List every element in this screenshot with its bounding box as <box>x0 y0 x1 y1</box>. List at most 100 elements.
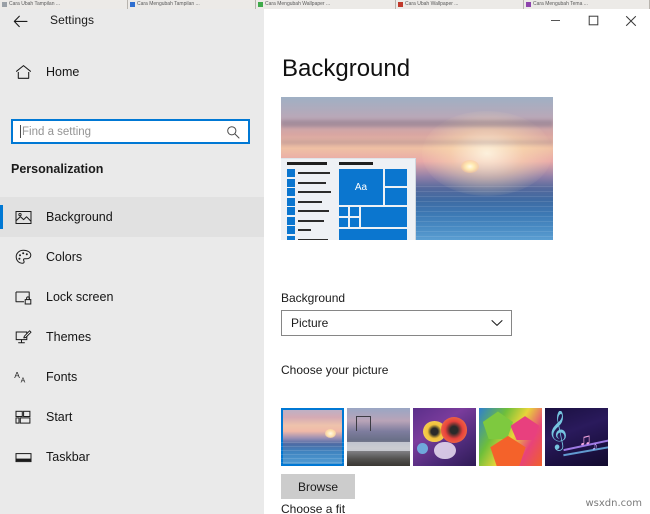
desktop-preview: Aa <box>281 97 553 240</box>
background-type-dropdown[interactable]: Picture <box>281 310 512 336</box>
app-list-row <box>287 197 333 206</box>
app-list-row <box>287 235 333 240</box>
minimize-icon <box>550 20 560 21</box>
thumbnail-pier-beach[interactable] <box>347 408 410 466</box>
thumbnail-pansy-flowers[interactable] <box>413 408 476 466</box>
sidebar-item-themes-label: Themes <box>46 330 92 344</box>
watermark: wsxdn.com <box>585 498 642 509</box>
start-tile-wide <box>339 229 407 240</box>
app-list-row <box>287 207 333 215</box>
start-tile-small <box>339 207 348 216</box>
start-tile-large: Aa <box>339 169 383 205</box>
sidebar-item-home-label: Home <box>46 65 80 79</box>
browser-tab[interactable]: Cara Mengubah Tema ... <box>524 0 650 9</box>
thumbnail-umbrellas[interactable] <box>479 408 542 466</box>
app-title: Settings <box>50 13 95 27</box>
search-input[interactable]: Find a setting <box>11 119 250 144</box>
sidebar-item-home[interactable]: Home <box>0 55 264 89</box>
start-tile-text: Aa <box>354 181 368 193</box>
text-caret <box>20 125 21 138</box>
main-content: Background Aa Background Picture Choose … <box>264 32 650 514</box>
browse-button[interactable]: Browse <box>281 474 355 499</box>
sidebar-item-colors-label: Colors <box>46 250 83 264</box>
browser-tab-strip: Cara Ubah Tampilan ... Cara Mengubah Tam… <box>0 0 650 9</box>
app-list-row <box>287 216 333 225</box>
start-icon <box>0 410 46 425</box>
sidebar-item-fonts-label: Fonts <box>46 370 78 384</box>
start-tile-small <box>350 207 359 216</box>
preview-cloud-band <box>281 119 553 127</box>
start-tile-small <box>350 218 359 227</box>
sidebar-item-colors[interactable]: Colors <box>0 237 264 277</box>
browser-tab-label: Cara Ubah Tampilan ... <box>9 1 61 7</box>
svg-text:A: A <box>14 370 20 380</box>
window-controls <box>536 9 650 32</box>
palette-icon <box>0 249 46 265</box>
search-icon[interactable] <box>226 125 240 139</box>
sidebar-item-taskbar-label: Taskbar <box>46 450 90 464</box>
fonts-icon: A A <box>0 370 46 385</box>
picture-thumbnail-list: 𝄞 ♫ ♪ <box>281 408 611 466</box>
sidebar-item-start[interactable]: Start <box>0 397 264 437</box>
sidebar: Home Find a setting Personalization Back… <box>0 32 264 514</box>
browser-tab[interactable]: Cara Mengubah Wallpaper ... <box>256 0 396 9</box>
home-icon <box>0 64 46 80</box>
back-button[interactable] <box>8 12 32 30</box>
start-menu-mockup: Aa <box>281 158 416 240</box>
tile-group-header-rule <box>339 162 373 165</box>
maximize-button[interactable] <box>574 9 612 32</box>
close-button[interactable] <box>612 9 650 32</box>
taskbar-icon <box>0 451 46 464</box>
tab-favicon <box>526 2 531 7</box>
browser-tab-label: Cara Ubah Wallpaper ... <box>405 1 459 7</box>
title-bar: Settings <box>0 9 650 32</box>
start-tile-medium <box>385 188 407 205</box>
back-arrow-icon <box>13 15 28 27</box>
browser-tab[interactable]: Cara Ubah Tampilan ... <box>0 0 128 9</box>
tab-favicon <box>2 2 7 7</box>
minimize-button[interactable] <box>536 9 574 32</box>
app-list-row <box>287 178 333 187</box>
browser-tab-label: Cara Mengubah Wallpaper ... <box>265 1 331 7</box>
app-list-row <box>287 188 333 196</box>
start-tile-small <box>339 218 348 227</box>
browser-tab-label: Cara Mengubah Tampilan ... <box>137 1 200 7</box>
themes-icon <box>0 329 46 345</box>
browser-tab[interactable]: Cara Mengubah Tampilan ... <box>128 0 256 9</box>
image-icon <box>0 210 46 225</box>
settings-window-screenshot: Cara Ubah Tampilan ... Cara Mengubah Tam… <box>0 0 650 514</box>
thumbnail-sunset-ocean[interactable] <box>281 408 344 466</box>
app-list-header-rule <box>287 162 327 165</box>
maximize-icon <box>588 15 598 26</box>
browser-tab-label: Cara Mengubah Tema ... <box>533 1 588 7</box>
close-icon <box>625 15 637 26</box>
sidebar-item-start-label: Start <box>46 410 73 424</box>
app-list-row <box>287 169 333 177</box>
preview-sun <box>460 159 479 173</box>
sidebar-nav-list: Background Colors Lock screen Themes A A… <box>0 197 264 477</box>
sidebar-item-background-label: Background <box>46 210 113 224</box>
sidebar-item-themes[interactable]: Themes <box>0 317 264 357</box>
chevron-down-icon <box>491 319 503 327</box>
tab-favicon <box>258 2 263 7</box>
browser-tab[interactable]: Cara Ubah Wallpaper ... <box>396 0 524 9</box>
app-list-row <box>287 226 333 234</box>
sidebar-item-taskbar[interactable]: Taskbar <box>0 437 264 477</box>
search-placeholder: Find a setting <box>22 125 92 138</box>
svg-text:A: A <box>20 377 25 384</box>
choose-picture-label: Choose your picture <box>281 363 389 377</box>
start-tile-wide <box>361 207 407 227</box>
browse-button-label: Browse <box>297 479 338 494</box>
start-tile-medium <box>385 169 407 186</box>
sidebar-item-lock-screen[interactable]: Lock screen <box>0 277 264 317</box>
choose-fit-label: Choose a fit <box>281 502 346 514</box>
sidebar-item-lock-screen-label: Lock screen <box>46 290 114 304</box>
thumbnail-music-notes[interactable]: 𝄞 ♫ ♪ <box>545 408 608 466</box>
sidebar-section-title: Personalization <box>11 162 104 176</box>
background-type-value: Picture <box>291 316 329 330</box>
sidebar-item-fonts[interactable]: A A Fonts <box>0 357 264 397</box>
tab-favicon <box>398 2 403 7</box>
lock-screen-icon <box>0 290 46 305</box>
settings-window: Settings Home Find a setting Personaliza… <box>0 9 650 514</box>
sidebar-item-background[interactable]: Background <box>0 197 264 237</box>
